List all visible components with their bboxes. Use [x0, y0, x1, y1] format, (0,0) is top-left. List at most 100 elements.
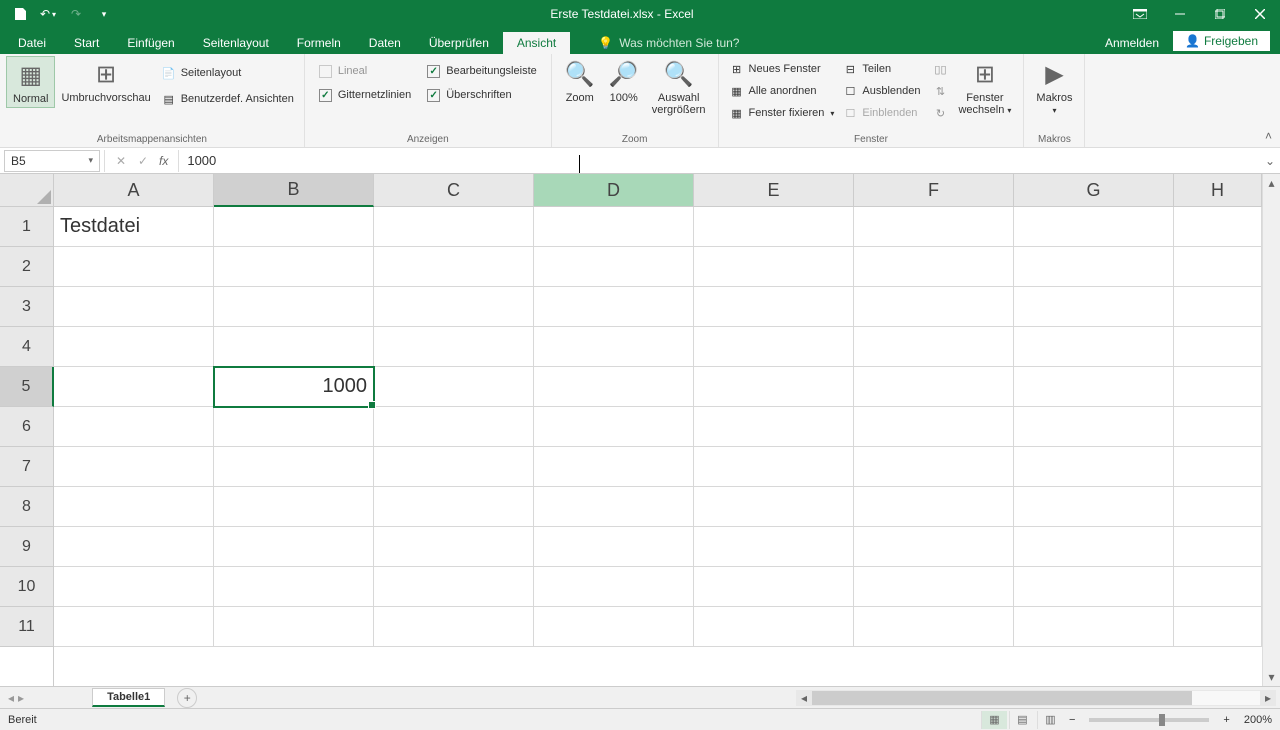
cell-D5[interactable] — [534, 367, 694, 407]
tab-ansicht[interactable]: Ansicht — [503, 32, 570, 54]
cell-E5[interactable] — [694, 367, 854, 407]
cell-A5[interactable] — [54, 367, 214, 407]
cell-C8[interactable] — [374, 487, 534, 527]
cell-A7[interactable] — [54, 447, 214, 487]
gridlines-checkbox[interactable]: Gitternetzlinien — [319, 84, 411, 106]
cell-H5[interactable] — [1174, 367, 1262, 407]
new-sheet-button[interactable]: + — [177, 688, 197, 708]
cell-A10[interactable] — [54, 567, 214, 607]
name-box-dropdown-icon[interactable]: ▾ — [88, 155, 93, 166]
cell-D7[interactable] — [534, 447, 694, 487]
cell-A2[interactable] — [54, 247, 214, 287]
cell-D1[interactable] — [534, 207, 694, 247]
ribbon-options-icon[interactable] — [1120, 0, 1160, 28]
custom-views-button[interactable]: ▤Benutzerdef. Ansichten — [157, 88, 298, 110]
cell-F9[interactable] — [854, 527, 1014, 567]
cell-D10[interactable] — [534, 567, 694, 607]
save-icon[interactable] — [8, 2, 32, 26]
cell-C10[interactable] — [374, 567, 534, 607]
row-header-7[interactable]: 7 — [0, 447, 54, 487]
collapse-ribbon-icon[interactable]: ˄ — [1265, 129, 1272, 143]
col-header-G[interactable]: G — [1014, 174, 1174, 207]
cell-G9[interactable] — [1014, 527, 1174, 567]
cell-E3[interactable] — [694, 287, 854, 327]
cell-C11[interactable] — [374, 607, 534, 647]
maximize-icon[interactable] — [1200, 0, 1240, 28]
cell-F11[interactable] — [854, 607, 1014, 647]
row-header-8[interactable]: 8 — [0, 487, 54, 527]
sheet-tab-1[interactable]: Tabelle1 — [92, 688, 165, 707]
switch-windows-button[interactable]: ⊞Fensterwechseln ▾ — [952, 56, 1017, 118]
cell-B6[interactable] — [214, 407, 374, 447]
tab-einfügen[interactable]: Einfügen — [113, 32, 188, 54]
tab-file[interactable]: Datei — [4, 32, 60, 54]
cell-D4[interactable] — [534, 327, 694, 367]
col-header-E[interactable]: E — [694, 174, 854, 207]
cell-F7[interactable] — [854, 447, 1014, 487]
arrange-all-button[interactable]: ▦Alle anordnen — [725, 80, 839, 102]
tab-start[interactable]: Start — [60, 32, 113, 54]
horizontal-scrollbar[interactable]: ◂ ▸ — [796, 690, 1276, 706]
page-break-preview-button[interactable]: ⊞ Umbruchvorschau — [55, 56, 156, 106]
cell-C3[interactable] — [374, 287, 534, 327]
cell-E10[interactable] — [694, 567, 854, 607]
scroll-down-icon[interactable]: ▾ — [1263, 668, 1280, 686]
cell-C9[interactable] — [374, 527, 534, 567]
cell-F6[interactable] — [854, 407, 1014, 447]
cell-G4[interactable] — [1014, 327, 1174, 367]
select-all-corner[interactable] — [0, 174, 54, 207]
cell-C7[interactable] — [374, 447, 534, 487]
cell-G2[interactable] — [1014, 247, 1174, 287]
zoom-button[interactable]: 🔍Zoom — [558, 56, 602, 106]
cell-F4[interactable] — [854, 327, 1014, 367]
cell-D8[interactable] — [534, 487, 694, 527]
cell-B3[interactable] — [214, 287, 374, 327]
cell-B11[interactable] — [214, 607, 374, 647]
tab-formeln[interactable]: Formeln — [283, 32, 355, 54]
cell-C6[interactable] — [374, 407, 534, 447]
close-icon[interactable] — [1240, 0, 1280, 28]
col-header-A[interactable]: A — [54, 174, 214, 207]
page-layout-button[interactable]: 📄Seitenlayout — [157, 62, 298, 84]
cell-B5[interactable]: 1000 — [214, 367, 374, 407]
cell-E11[interactable] — [694, 607, 854, 647]
row-header-5[interactable]: 5 — [0, 367, 54, 407]
expand-formula-bar-icon[interactable]: ⌄ — [1260, 154, 1280, 168]
row-header-2[interactable]: 2 — [0, 247, 54, 287]
cell-A8[interactable] — [54, 487, 214, 527]
split-button[interactable]: ⊟Teilen — [838, 58, 924, 80]
cell-C4[interactable] — [374, 327, 534, 367]
cell-A11[interactable] — [54, 607, 214, 647]
cell-E8[interactable] — [694, 487, 854, 527]
cell-E2[interactable] — [694, 247, 854, 287]
row-header-10[interactable]: 10 — [0, 567, 54, 607]
tab-daten[interactable]: Daten — [355, 32, 415, 54]
hide-button[interactable]: ☐Ausblenden — [838, 80, 924, 102]
cell-H8[interactable] — [1174, 487, 1262, 527]
cell-B4[interactable] — [214, 327, 374, 367]
cell-G10[interactable] — [1014, 567, 1174, 607]
cell-D9[interactable] — [534, 527, 694, 567]
cell-B9[interactable] — [214, 527, 374, 567]
zoom-selection-button[interactable]: 🔍Auswahlvergrößern — [646, 56, 712, 118]
tab-seitenlayout[interactable]: Seitenlayout — [189, 32, 283, 54]
row-header-11[interactable]: 11 — [0, 607, 54, 647]
col-header-C[interactable]: C — [374, 174, 534, 207]
cell-A3[interactable] — [54, 287, 214, 327]
cell-G8[interactable] — [1014, 487, 1174, 527]
headings-checkbox[interactable]: Überschriften — [427, 84, 537, 106]
cell-D6[interactable] — [534, 407, 694, 447]
cell-F10[interactable] — [854, 567, 1014, 607]
cell-G3[interactable] — [1014, 287, 1174, 327]
row-header-3[interactable]: 3 — [0, 287, 54, 327]
col-header-D[interactable]: D — [534, 174, 694, 207]
cell-E6[interactable] — [694, 407, 854, 447]
cell-C1[interactable] — [374, 207, 534, 247]
cell-A4[interactable] — [54, 327, 214, 367]
cell-G1[interactable] — [1014, 207, 1174, 247]
formula-input[interactable]: 1000 — [179, 153, 1260, 168]
cell-G5[interactable] — [1014, 367, 1174, 407]
cell-grid[interactable]: Testdatei1000 — [54, 207, 1262, 686]
cell-E9[interactable] — [694, 527, 854, 567]
cell-H7[interactable] — [1174, 447, 1262, 487]
